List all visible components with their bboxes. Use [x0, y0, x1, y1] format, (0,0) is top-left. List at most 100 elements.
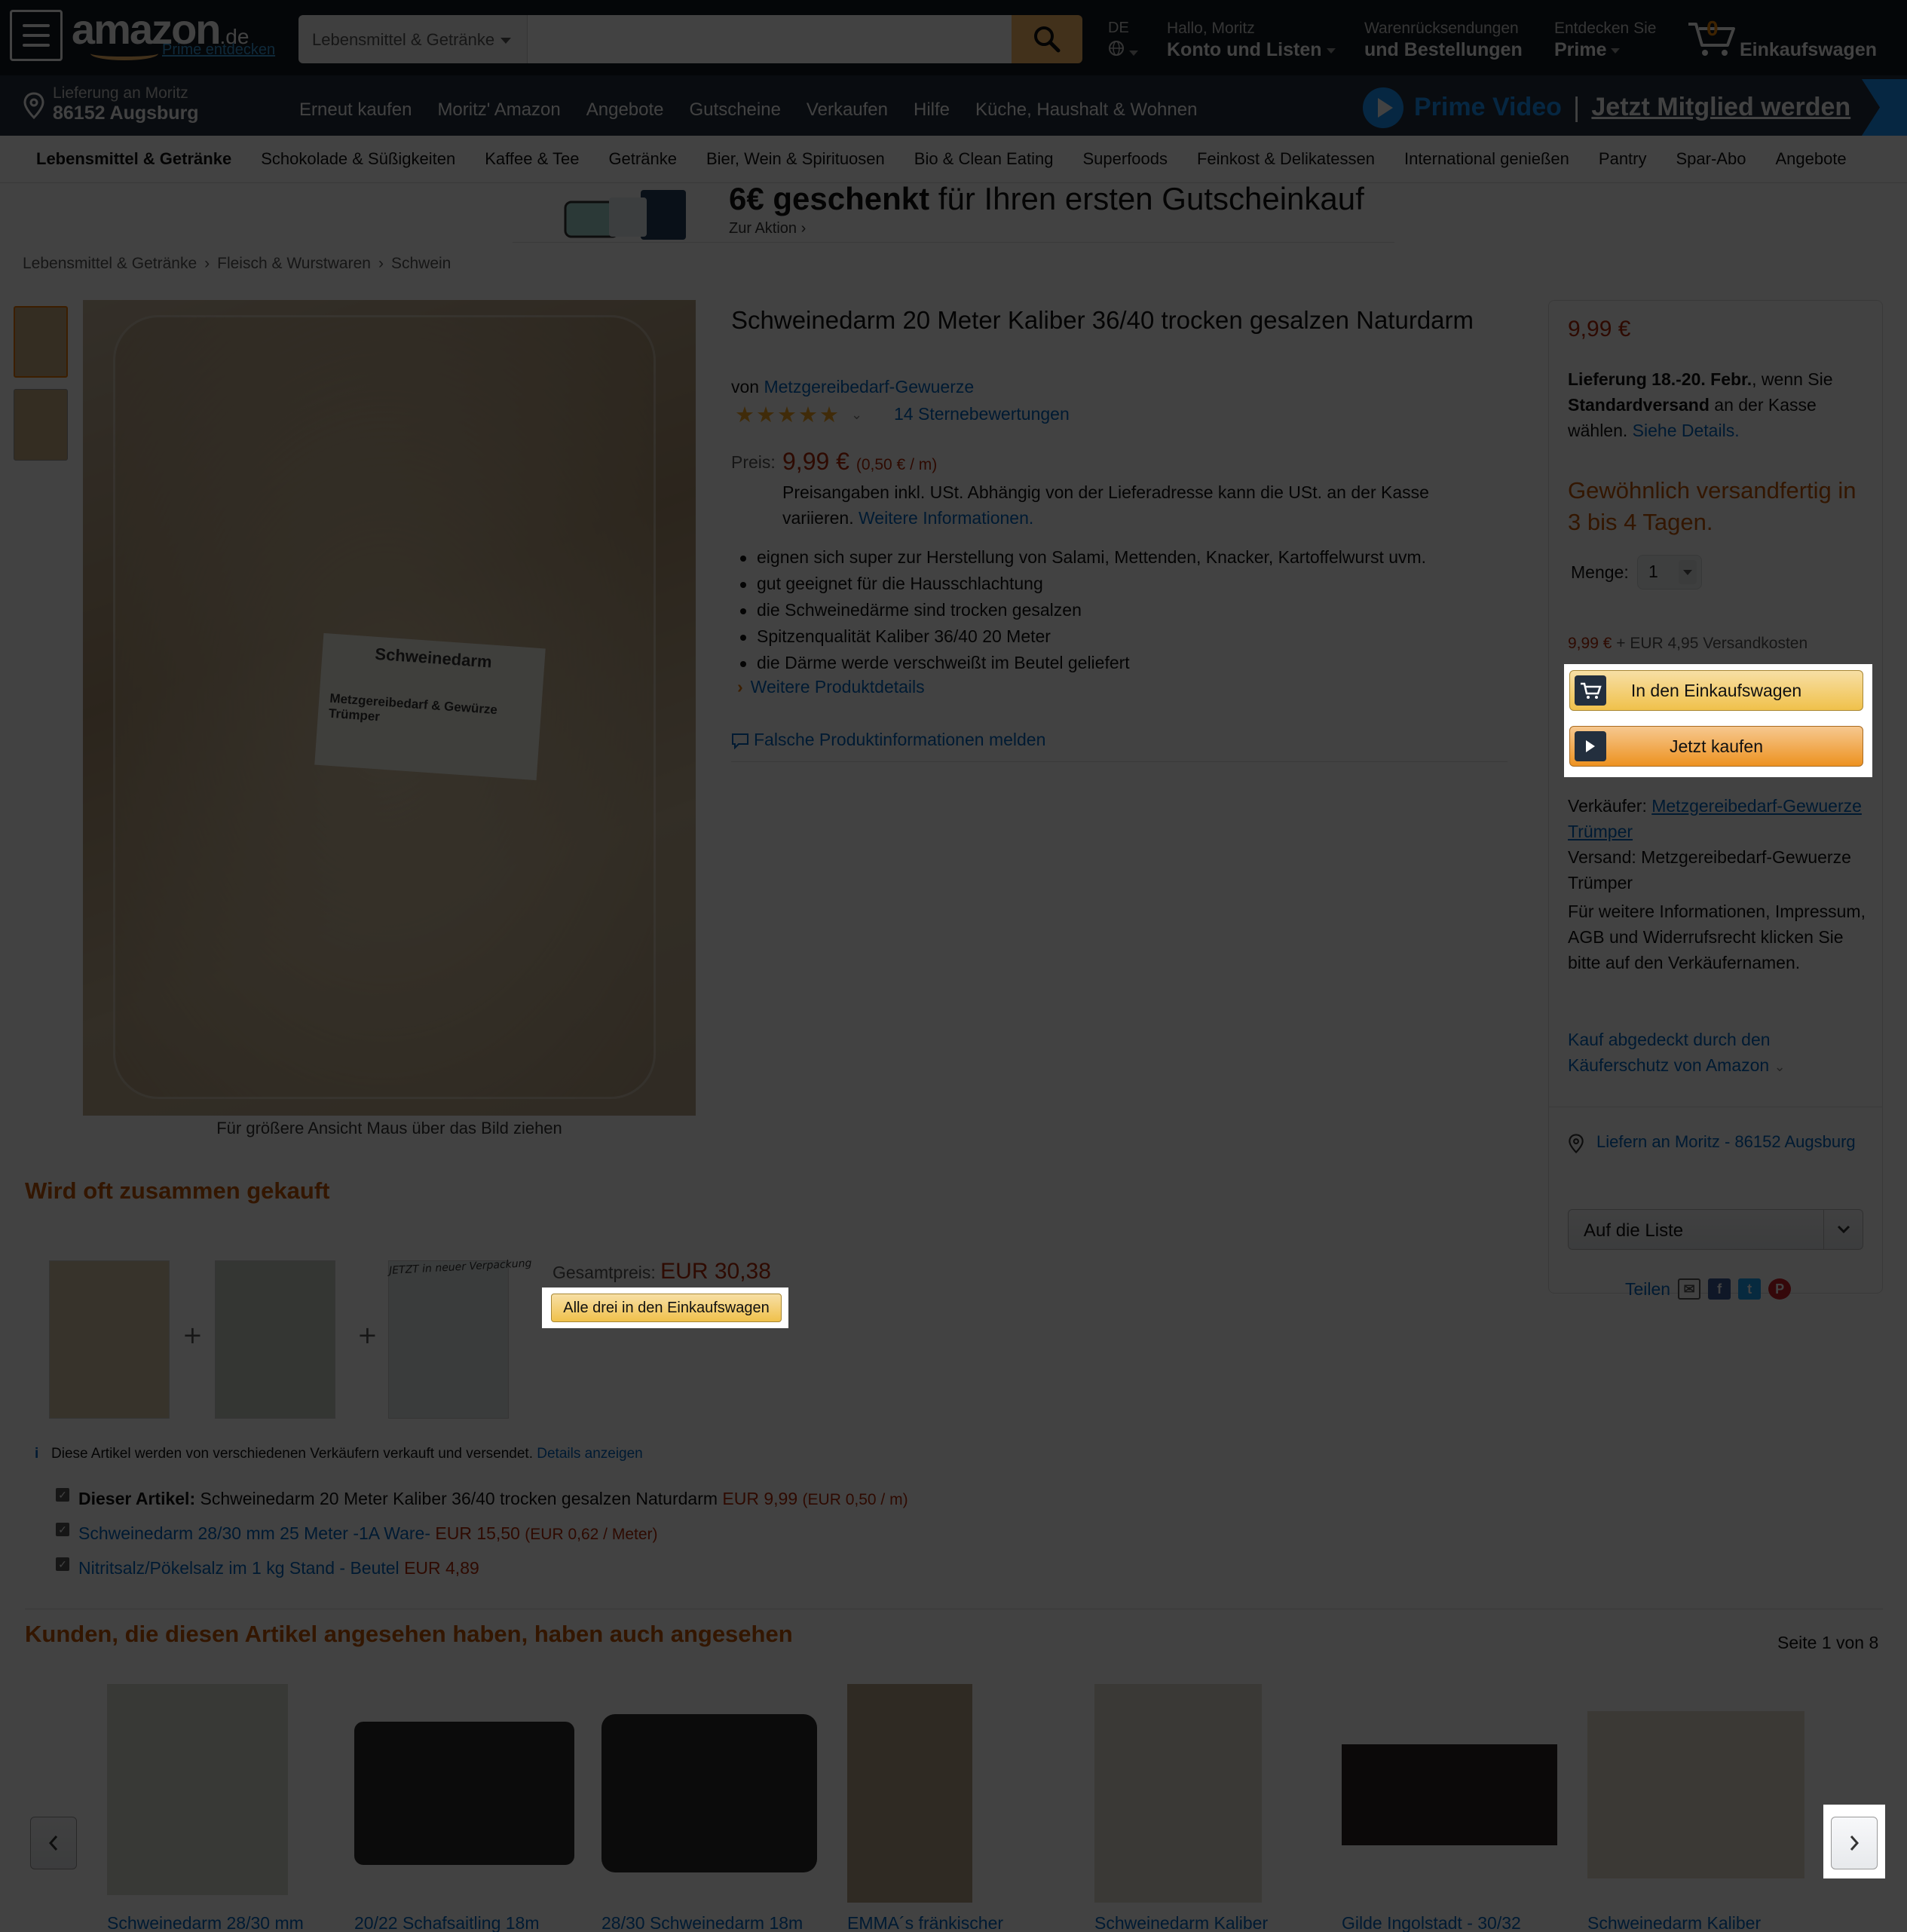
pinterest-icon[interactable]: P	[1768, 1278, 1792, 1300]
fbt-item-link[interactable]: Nitritsalz/Pökelsalz im 1 kg Stand - Beu…	[78, 1558, 399, 1578]
chevron-right-icon	[1850, 1836, 1860, 1851]
account-menu[interactable]: Hallo, Moritz Konto und Listen	[1167, 20, 1336, 61]
ratings-count-link[interactable]: 14 Sternebewertungen	[894, 404, 1070, 424]
carousel-product-image[interactable]	[847, 1684, 972, 1903]
breadcrumb: Lebensmittel & Getränke › Fleisch & Wurstw…	[23, 255, 451, 273]
fbt-product-image[interactable]	[215, 1260, 335, 1419]
promo-sub[interactable]: Zur Aktion ›	[729, 220, 806, 237]
subnav-link-buy-again[interactable]: Erneut kaufen	[299, 100, 412, 121]
promo-banner[interactable]: 6€ geschenkt für Ihren ersten Gutscheink…	[513, 181, 1394, 243]
more-details-link[interactable]: › Weitere Produktdetails	[737, 677, 925, 697]
category-link-beer-wine[interactable]: Bier, Wein & Spirituosen	[706, 149, 885, 169]
fbt-details-link[interactable]: Details anzeigen	[537, 1446, 642, 1462]
checkbox[interactable]: ✓	[56, 1523, 69, 1536]
add-to-list-button[interactable]: Auf die Liste	[1568, 1209, 1863, 1250]
product-main-image[interactable]: Schweinedarm Metzgereibedarf & Gewürze T…	[83, 300, 696, 1116]
language-selector[interactable]: DE	[1108, 20, 1138, 60]
category-link-bio[interactable]: Bio & Clean Eating	[914, 149, 1054, 169]
shipping-rest: + EUR 4,95 Versandkosten	[1612, 635, 1808, 652]
carousel-product-image[interactable]	[1587, 1711, 1804, 1878]
fbt-heading: Wird oft zusammen gekauft	[25, 1177, 330, 1204]
feature-bullet: Spitzenqualität Kaliber 36/40 20 Meter	[737, 623, 1426, 650]
category-link-superfoods[interactable]: Superfoods	[1082, 149, 1168, 169]
carousel-product-title[interactable]: 28/30 Schweinedarm 18m	[601, 1913, 803, 1932]
subnav-link-coupons[interactable]: Gutscheine	[690, 100, 781, 121]
add-to-cart-button[interactable]: In den Einkaufswagen	[1569, 670, 1863, 711]
carousel-product-title[interactable]: Schweinedarm 28/30 mm	[107, 1913, 304, 1932]
subnav-link-deals[interactable]: Angebote	[586, 100, 664, 121]
category-link-coffee[interactable]: Kaffee & Tee	[485, 149, 579, 169]
quantity-select[interactable]: 1	[1637, 555, 1702, 589]
carousel-product-title[interactable]: Schweinedarm Kaliber	[1587, 1913, 1761, 1932]
fbt-item-price: EUR 15,50	[435, 1523, 520, 1543]
search-category-select[interactable]: Lebensmittel & Getränke	[298, 15, 528, 63]
report-info-link[interactable]: Falsche Produktinformationen melden	[731, 730, 1045, 750]
subnav-link-sell[interactable]: Verkaufen	[807, 100, 888, 121]
carousel-product-image[interactable]	[1094, 1684, 1262, 1903]
price-per-unit: (0,50 € / m)	[856, 456, 938, 473]
tax-info-link[interactable]: Weitere Informationen.	[859, 508, 1033, 528]
carousel-product-title[interactable]: 20/22 Schafsaitling 18m	[354, 1913, 540, 1932]
search-input[interactable]	[528, 15, 1012, 63]
category-link-chocolate[interactable]: Schokolade & Süßigkeiten	[261, 149, 455, 169]
fbt-product-image[interactable]	[49, 1260, 170, 1419]
checkbox[interactable]: ✓	[56, 1488, 69, 1502]
prime-video-banner[interactable]: Prime Video | Jetzt Mitglied werden	[1363, 83, 1850, 132]
subnav-link-my-amazon[interactable]: Moritz' Amazon	[437, 100, 560, 121]
category-link-delicatessen[interactable]: Feinkost & Delikatessen	[1197, 149, 1375, 169]
carousel-product-image[interactable]	[601, 1714, 817, 1872]
twitter-icon[interactable]: t	[1738, 1278, 1762, 1300]
image-thumbnail[interactable]	[14, 389, 68, 461]
brand-link[interactable]: Metzgereibedarf-Gewuerze	[764, 377, 974, 397]
subnav-link-help[interactable]: Hilfe	[914, 100, 950, 121]
zoom-hint: Für größere Ansicht Maus über das Bild z…	[216, 1119, 562, 1137]
category-link-pantry[interactable]: Pantry	[1599, 149, 1647, 169]
prime-entdecken-link[interactable]: Prime entdecken	[162, 41, 275, 59]
subnav-link-kitchen[interactable]: Küche, Haushalt & Wohnen	[975, 100, 1197, 121]
breadcrumb-separator: ›	[204, 255, 210, 272]
category-link-drinks[interactable]: Getränke	[608, 149, 677, 169]
buy-now-button[interactable]: Jetzt kaufen	[1569, 726, 1863, 767]
carousel-product-title[interactable]: Gilde Ingolstadt - 30/32	[1342, 1913, 1521, 1932]
plus-icon: +	[357, 1321, 378, 1349]
carousel-product-title[interactable]: Schweinedarm Kaliber	[1094, 1913, 1268, 1932]
delivery-details-link[interactable]: Siehe Details.	[1633, 421, 1740, 440]
chevron-down-icon[interactable]	[1823, 1210, 1863, 1249]
deliver-to-link[interactable]: Liefern an Moritz - 86152 Augsburg	[1568, 1129, 1869, 1155]
product-price: 9,99 € (0,50 € / m)	[782, 448, 937, 476]
returns-orders-link[interactable]: Warenrücksendungen und Bestellungen	[1364, 20, 1523, 61]
carousel-product-image[interactable]	[1342, 1744, 1557, 1845]
fbt-item-link[interactable]: Schweinedarm 28/30 mm 25 Meter -1A Ware-	[78, 1523, 430, 1543]
carousel-next-button[interactable]	[1831, 1817, 1878, 1869]
rating-stars[interactable]: ★ ★ ★ ★ ★ ⌄	[735, 404, 862, 426]
carousel-product-image[interactable]	[354, 1722, 574, 1865]
star-icon: ★	[756, 402, 776, 427]
buyer-protection-link[interactable]: Kauf abgedeckt durch den Käuferschutz vo…	[1568, 1027, 1869, 1079]
breadcrumb-item[interactable]: Lebensmittel & Getränke	[23, 255, 197, 272]
email-icon[interactable]: ✉	[1678, 1278, 1701, 1300]
prime-video-cta[interactable]: Jetzt Mitglied werden	[1591, 93, 1850, 122]
category-link-international[interactable]: International genießen	[1404, 149, 1569, 169]
search-button[interactable]	[1012, 15, 1082, 63]
fbt-total-label: Gesamtpreis:	[553, 1263, 656, 1282]
product-label-title: Schweinedarm	[374, 644, 493, 672]
prime-menu[interactable]: Entdecken Sie Prime	[1554, 20, 1656, 61]
carousel-prev-button[interactable]	[30, 1817, 77, 1869]
facebook-icon[interactable]: f	[1708, 1278, 1731, 1300]
feature-bullets: eignen sich super zur Herstellung von Sa…	[737, 544, 1426, 676]
share-row: Teilen ✉ f t P	[1625, 1278, 1792, 1300]
checkbox[interactable]: ✓	[56, 1557, 69, 1571]
stock-status: Gewöhnlich versandfertig in 3 bis 4 Tage…	[1568, 477, 1856, 535]
category-link-offers[interactable]: Angebote	[1775, 149, 1846, 169]
add-all-three-button[interactable]: Alle drei in den Einkaufswagen	[551, 1294, 782, 1322]
category-link-subscribe[interactable]: Spar-Abo	[1676, 149, 1746, 169]
fbt-product-image[interactable]: JETZT in neuer Verpackung	[388, 1257, 532, 1419]
image-thumbnail[interactable]	[14, 306, 68, 378]
breadcrumb-item[interactable]: Schwein	[391, 255, 451, 272]
breadcrumb-item[interactable]: Fleisch & Wurstwaren	[217, 255, 371, 272]
category-link-groceries[interactable]: Lebensmittel & Getränke	[36, 149, 231, 169]
carousel-product-title[interactable]: EMMA´s fränkischer	[847, 1913, 1003, 1932]
cart-icon	[1575, 675, 1606, 706]
carousel-product-image[interactable]	[107, 1684, 288, 1895]
hamburger-menu-button[interactable]	[10, 10, 63, 61]
